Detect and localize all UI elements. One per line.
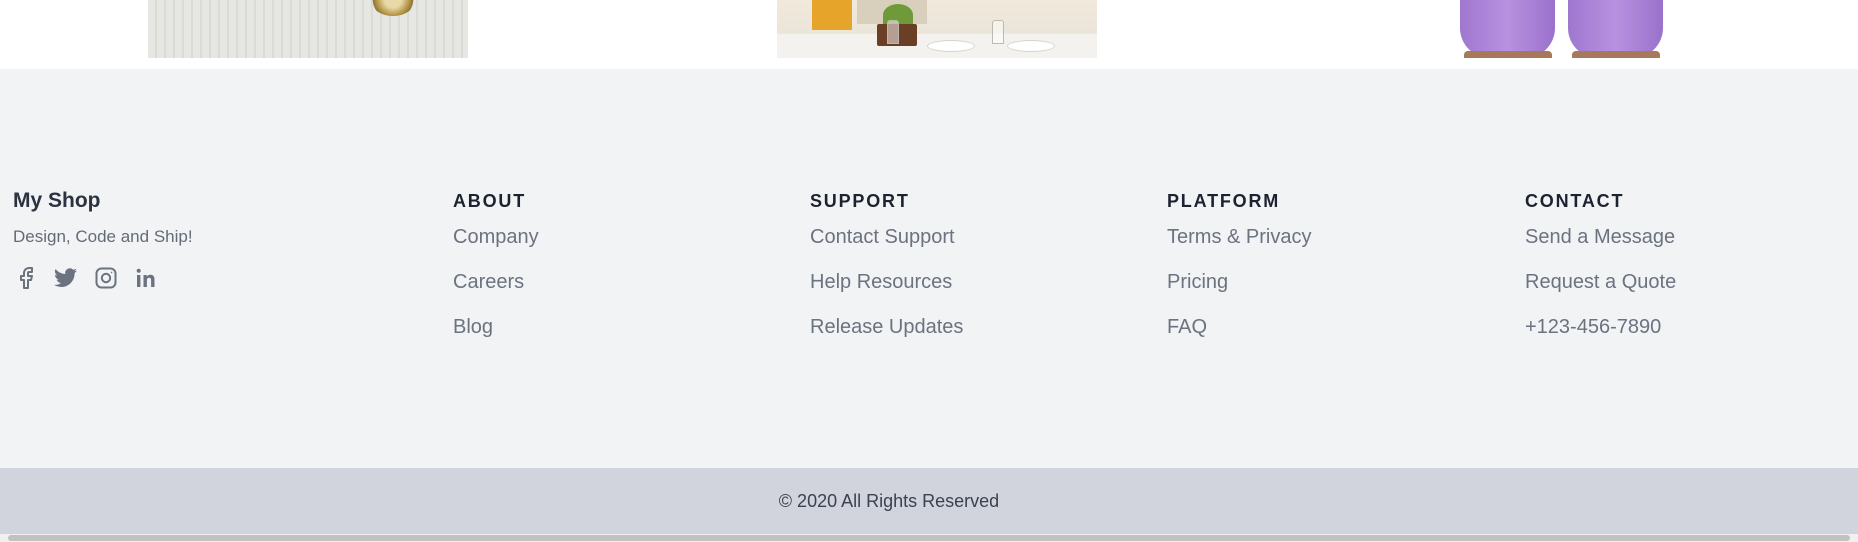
social-links <box>13 265 313 291</box>
column-links: Contact Support Help Resources Release U… <box>810 225 963 360</box>
footer-link-send-message[interactable]: Send a Message <box>1525 225 1675 249</box>
facebook-icon[interactable] <box>13 265 39 291</box>
product-image-strip <box>0 0 1858 69</box>
scrollbar-thumb[interactable] <box>8 535 1850 541</box>
footer-link-pricing[interactable]: Pricing <box>1167 270 1228 294</box>
footer-link-blog[interactable]: Blog <box>453 315 493 339</box>
brand-tagline: Design, Code and Ship! <box>13 227 193 246</box>
column-title: SUPPORT <box>810 191 910 211</box>
image-detail <box>1464 51 1552 58</box>
footer-column-contact: CONTACT Send a Message Request a Quote +… <box>1525 191 1676 360</box>
footer-column-about: ABOUT Company Careers Blog <box>453 191 539 360</box>
product-image-dress[interactable] <box>1448 0 1688 58</box>
column-title: CONTACT <box>1525 191 1625 211</box>
column-title: ABOUT <box>453 191 526 211</box>
product-image-dining[interactable] <box>777 0 1097 58</box>
footer-link-help-resources[interactable]: Help Resources <box>810 270 952 294</box>
copyright-bar: © 2020 All Rights Reserved <box>0 468 1858 534</box>
footer-column-platform: PLATFORM Terms & Privacy Pricing FAQ <box>1167 191 1311 360</box>
product-image-detail <box>370 0 416 16</box>
brand-title: My Shop <box>13 189 101 212</box>
instagram-icon[interactable] <box>93 265 119 291</box>
footer-link-contact-support[interactable]: Contact Support <box>810 225 955 249</box>
image-detail <box>927 40 975 52</box>
footer-link-terms-privacy[interactable]: Terms & Privacy <box>1167 225 1311 249</box>
footer-link-phone[interactable]: +123-456-7890 <box>1525 315 1661 339</box>
column-links: Company Careers Blog <box>453 225 539 360</box>
footer-link-request-quote[interactable]: Request a Quote <box>1525 270 1676 294</box>
footer-link-careers[interactable]: Careers <box>453 270 524 294</box>
footer-link-release-updates[interactable]: Release Updates <box>810 315 963 339</box>
image-detail <box>992 20 1004 44</box>
copyright-text: © 2020 All Rights Reserved <box>778 490 1000 511</box>
footer-link-company[interactable]: Company <box>453 225 539 249</box>
horizontal-scrollbar[interactable] <box>0 534 1858 542</box>
column-links: Send a Message Request a Quote +123-456-… <box>1525 225 1676 360</box>
image-detail <box>887 20 899 44</box>
twitter-icon[interactable] <box>53 265 79 291</box>
site-footer: My Shop Design, Code and Ship! ABOUT Com… <box>0 69 1858 468</box>
footer-column-support: SUPPORT Contact Support Help Resources R… <box>810 191 963 360</box>
footer-link-faq[interactable]: FAQ <box>1167 315 1207 339</box>
image-detail <box>1460 0 1555 58</box>
linkedin-icon[interactable] <box>133 265 159 291</box>
image-detail <box>812 0 852 30</box>
image-detail <box>1572 51 1660 58</box>
image-detail <box>1007 40 1055 52</box>
column-links: Terms & Privacy Pricing FAQ <box>1167 225 1311 360</box>
footer-brand: My Shop Design, Code and Ship! <box>13 189 313 291</box>
column-title: PLATFORM <box>1167 191 1281 211</box>
image-detail <box>1568 0 1663 58</box>
product-image-shirt[interactable] <box>148 0 468 58</box>
